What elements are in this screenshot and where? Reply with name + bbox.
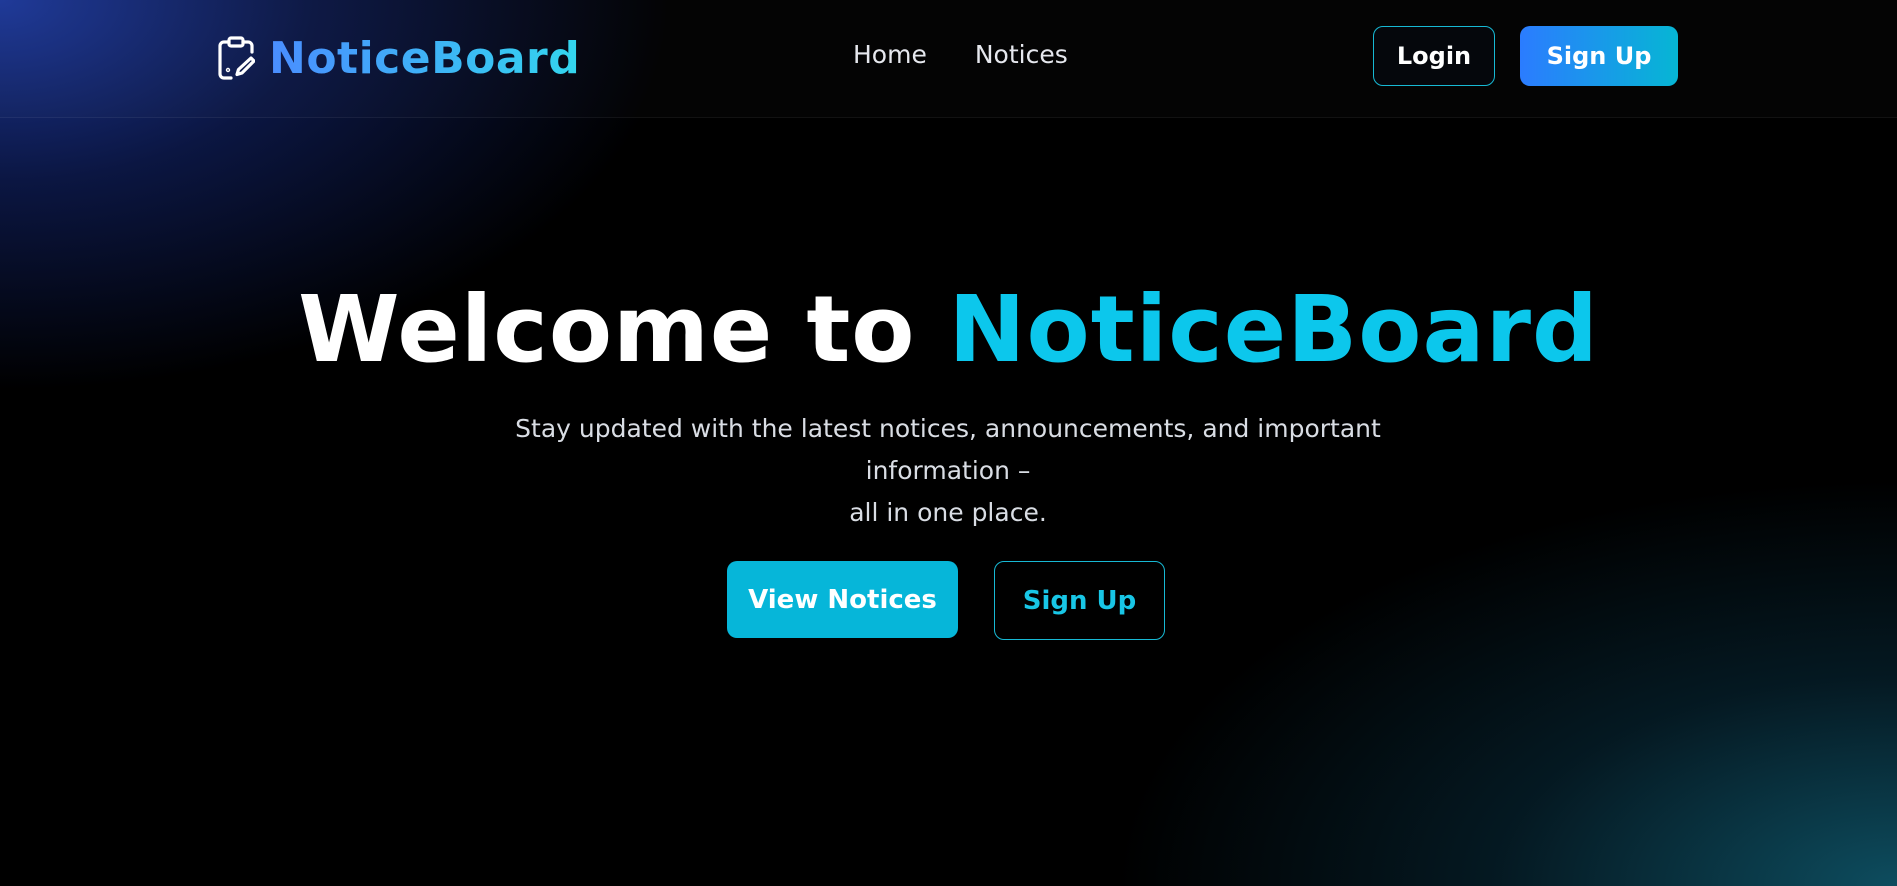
hero-subtitle-line-2: all in one place.	[849, 498, 1047, 527]
navbar: NoticeBoard Home Notices Login Sign Up	[0, 0, 1897, 118]
hero-title-accent: NoticeBoard	[948, 276, 1599, 383]
nav-links: Home Notices	[853, 40, 1068, 69]
brand-name: NoticeBoard	[269, 32, 581, 84]
view-notices-button[interactable]: View Notices	[727, 561, 958, 638]
hero-signup-button[interactable]: Sign Up	[994, 561, 1165, 640]
login-button[interactable]: Login	[1373, 26, 1495, 86]
nav-link-notices[interactable]: Notices	[975, 40, 1068, 69]
hero-title-prefix: Welcome to	[298, 276, 949, 383]
clipboard-edit-icon	[217, 36, 255, 80]
hero-title: Welcome to NoticeBoard	[0, 270, 1897, 390]
signup-button[interactable]: Sign Up	[1520, 26, 1678, 86]
brand[interactable]: NoticeBoard	[217, 32, 580, 84]
hero-subtitle-line-1: Stay updated with the latest notices, an…	[515, 414, 1381, 485]
nav-link-home[interactable]: Home	[853, 40, 927, 69]
hero-subtitle: Stay updated with the latest notices, an…	[448, 408, 1448, 534]
